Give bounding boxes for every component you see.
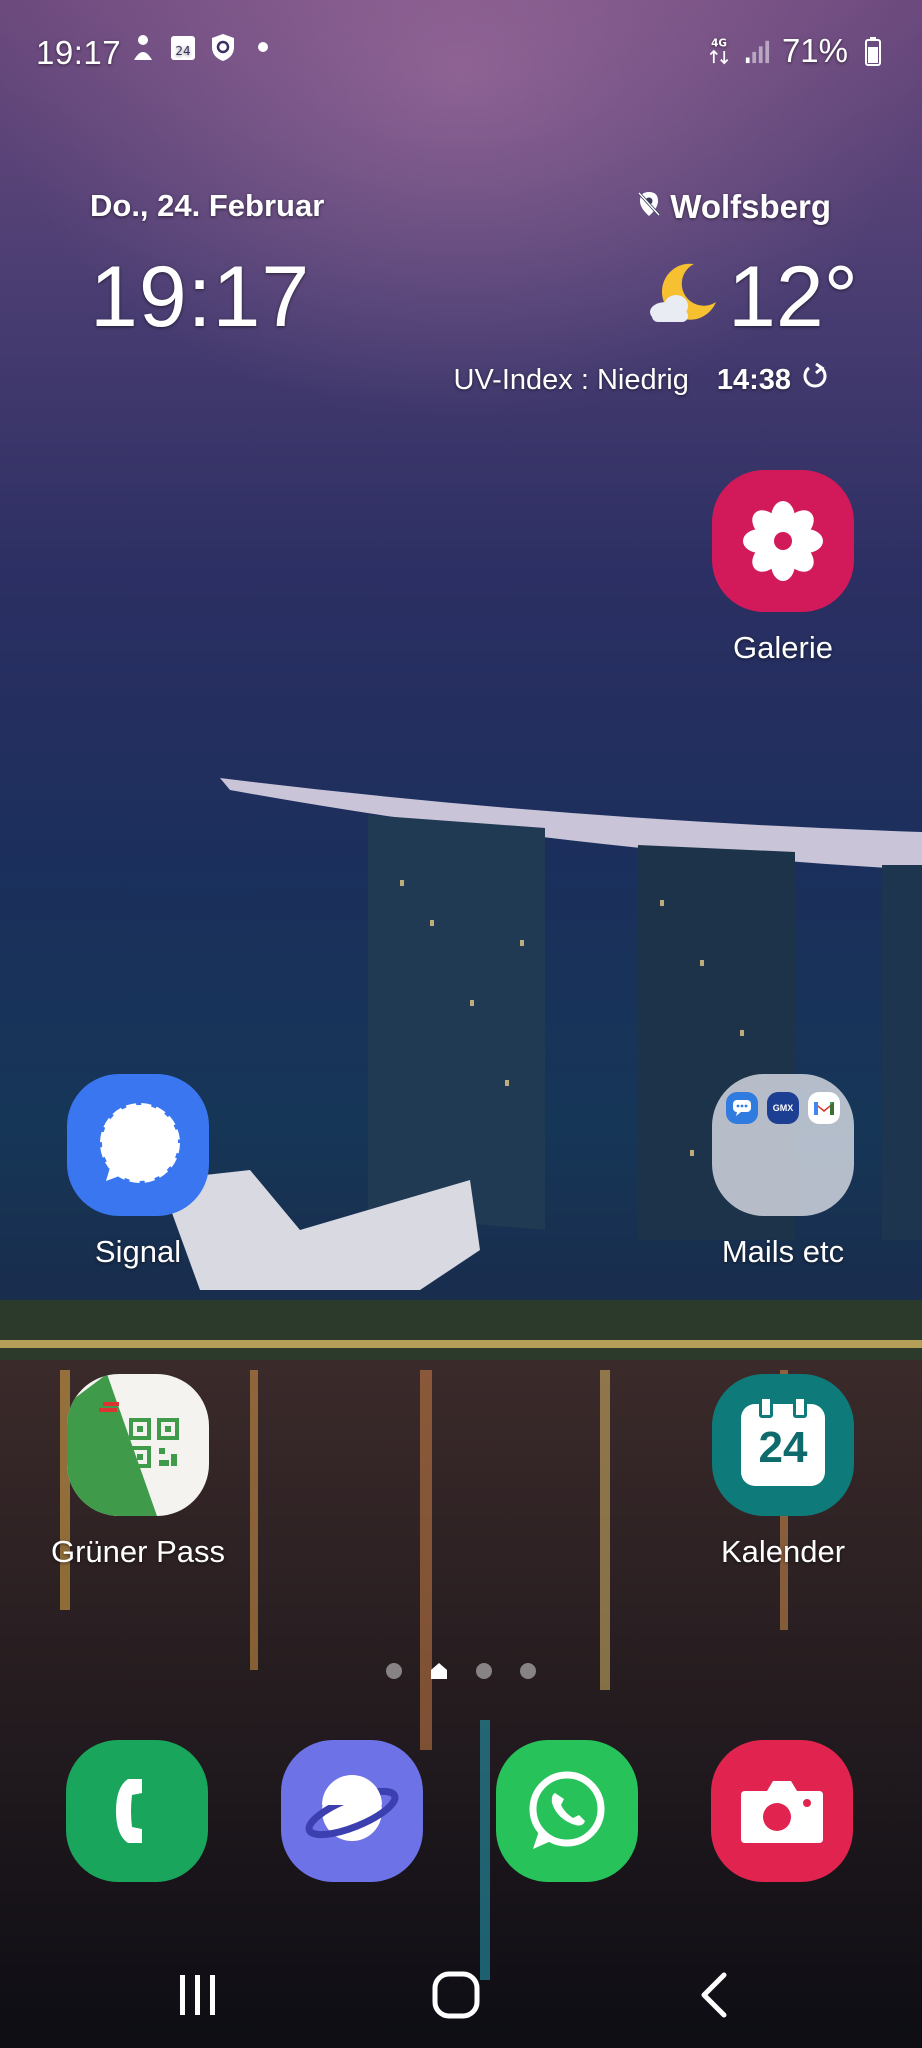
app-folder-mails[interactable]: GMX Mails etc bbox=[683, 1074, 883, 1270]
dock-phone[interactable] bbox=[66, 1740, 208, 1882]
app-label-signal: Signal bbox=[94, 1234, 182, 1269]
notification-person-icon bbox=[130, 32, 156, 62]
app-kalender[interactable]: 24 Kalender bbox=[683, 1374, 883, 1570]
recents-icon bbox=[180, 1975, 215, 2015]
camera-icon bbox=[741, 1781, 823, 1843]
signal-chat-icon[interactable] bbox=[67, 1074, 209, 1216]
weather-updated[interactable]: 14:38 bbox=[717, 362, 829, 398]
app-label-galerie: Galerie bbox=[733, 630, 833, 665]
app-galerie[interactable]: Galerie bbox=[683, 470, 883, 666]
folder-icon[interactable]: GMX bbox=[712, 1074, 854, 1216]
widget-clock[interactable]: 19:17 bbox=[90, 248, 310, 347]
refresh-icon[interactable] bbox=[801, 362, 829, 398]
dock-whatsapp[interactable] bbox=[496, 1740, 638, 1882]
app-label-gruener-pass: Grüner Pass bbox=[50, 1534, 225, 1569]
page-dot-3[interactable] bbox=[476, 1663, 492, 1679]
shield-icon bbox=[210, 32, 236, 62]
messages-icon bbox=[726, 1092, 758, 1124]
gmx-icon: GMX bbox=[767, 1092, 799, 1124]
svg-text:4G: 4G bbox=[711, 38, 727, 50]
status-time: 19:17 bbox=[36, 34, 122, 71]
uv-index-text: UV-Index : Niedrig bbox=[453, 363, 689, 396]
home-icon bbox=[432, 1971, 480, 2019]
weather-temperature[interactable]: 12° bbox=[728, 248, 858, 347]
dock-camera[interactable] bbox=[711, 1740, 853, 1882]
dock-internet[interactable] bbox=[281, 1740, 423, 1882]
kalender-day-number: 24 bbox=[758, 1423, 808, 1472]
network-4g-icon: 4G bbox=[706, 36, 732, 66]
status-icons-left: 24 bbox=[130, 32, 276, 62]
phone-icon bbox=[116, 1779, 142, 1843]
galerie-flower-icon[interactable] bbox=[712, 470, 854, 612]
status-bar: 19:17 24 4G 71% bbox=[0, 0, 922, 104]
location-off-icon bbox=[636, 188, 662, 226]
app-signal[interactable]: Signal bbox=[38, 1074, 238, 1270]
moon-cloud-icon[interactable] bbox=[642, 258, 720, 330]
battery-icon bbox=[860, 36, 886, 66]
svg-text:24: 24 bbox=[175, 44, 190, 58]
home-page-icon[interactable] bbox=[430, 1662, 448, 1680]
gmail-icon bbox=[808, 1092, 840, 1124]
home-button[interactable] bbox=[411, 1962, 501, 2028]
kalender-calendar-icon[interactable]: 24 bbox=[712, 1374, 854, 1516]
page-dot-1[interactable] bbox=[386, 1663, 402, 1679]
app-gruener-pass[interactable]: Grüner Pass bbox=[38, 1374, 238, 1570]
whatsapp-icon bbox=[529, 1771, 605, 1849]
gruener-pass-qr-icon[interactable] bbox=[67, 1374, 209, 1516]
calendar-24-icon: 24 bbox=[170, 32, 196, 62]
back-chevron-icon bbox=[701, 1972, 727, 2018]
weather-location[interactable]: Wolfsberg bbox=[636, 188, 831, 226]
widget-date[interactable]: Do., 24. Februar bbox=[90, 188, 324, 224]
dot-icon bbox=[250, 32, 276, 62]
signal-strength-icon bbox=[744, 36, 770, 66]
navigation-bar bbox=[0, 1940, 922, 2048]
back-button[interactable] bbox=[669, 1962, 759, 2028]
app-label-kalender: Kalender bbox=[720, 1534, 846, 1569]
app-label-mails: Mails etc bbox=[721, 1234, 845, 1269]
status-right: 4G 71% bbox=[706, 32, 886, 70]
page-dot-4[interactable] bbox=[520, 1663, 536, 1679]
page-indicator[interactable] bbox=[0, 1662, 922, 1680]
internet-planet-icon bbox=[305, 1775, 399, 1841]
weather-location-name: Wolfsberg bbox=[670, 188, 831, 225]
weather-updated-time: 14:38 bbox=[716, 363, 791, 396]
weather-uv-row: UV-Index : Niedrig 14:38 bbox=[454, 362, 830, 398]
battery-percent: 71% bbox=[781, 32, 848, 69]
recent-apps-button[interactable] bbox=[153, 1962, 243, 2028]
